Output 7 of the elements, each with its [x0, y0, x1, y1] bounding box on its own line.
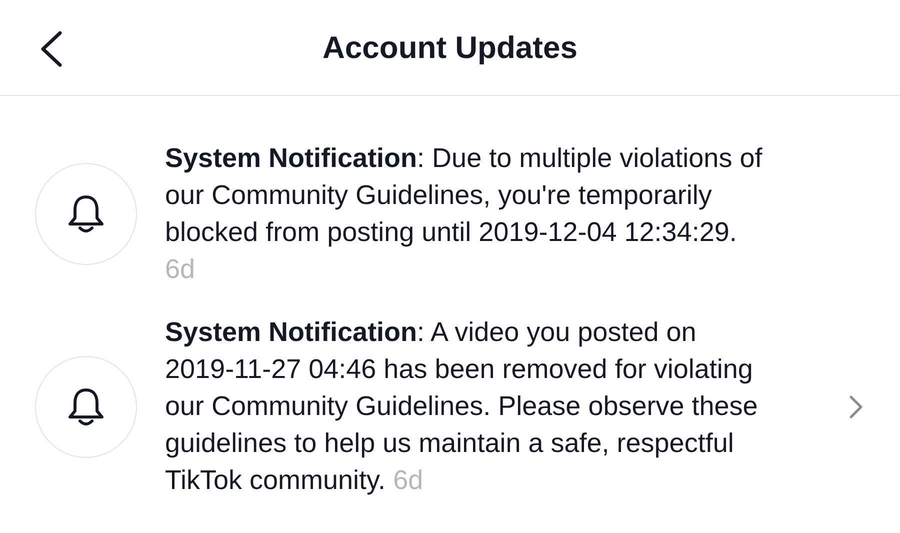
back-icon[interactable]: [38, 30, 64, 68]
notification-text: System Notification: Due to multiple violations of our Community Guidelines, you're temporarily blocked from posting until 2019-12-04 12:34:29. 6d: [165, 142, 764, 286]
bell-icon: [66, 193, 106, 235]
page-title: Account Updates: [322, 30, 578, 66]
bell-icon: [66, 386, 106, 428]
chevron-right-icon[interactable]: [848, 394, 864, 420]
notification-text: System Notification: A video you posted on 2019-11-27 04:46 has been removed for violating our Community Guidelines. Please observe these guidelines to help us maintain a safe, respectful TikTok community. 6d: [165, 316, 759, 497]
